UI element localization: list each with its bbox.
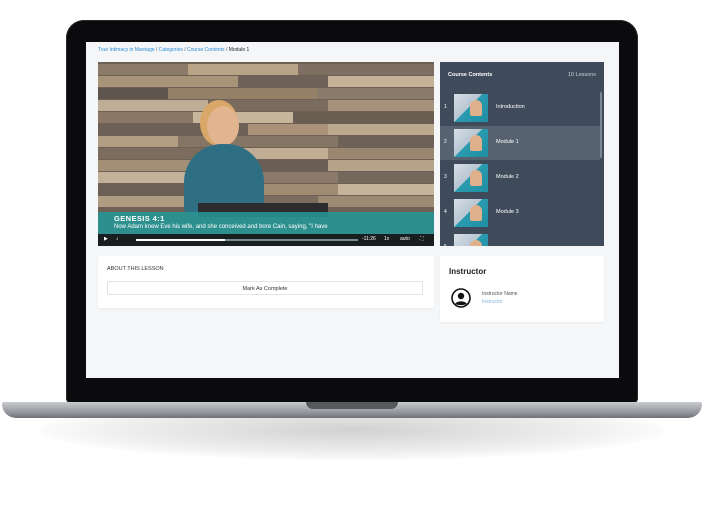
caption-text: Now Adam knew Eve his wife, and she conc…: [114, 224, 328, 230]
course-contents-header: Course Contents 10 Lessons: [440, 62, 604, 88]
laptop-screen: True Intimacy in Marriage / Categories /…: [86, 42, 619, 378]
wood-plank: [98, 172, 434, 183]
lesson-number: 4: [444, 209, 447, 215]
instructor-card: Instructor Instructor Name Instructor: [440, 256, 604, 322]
wood-plank: [98, 88, 434, 99]
speed-button[interactable]: 1x: [384, 236, 389, 242]
mark-complete-button[interactable]: Mark As Complete: [107, 281, 423, 295]
presenter-head: [207, 106, 239, 146]
caption-title: GENESIS 4:1: [114, 214, 165, 223]
breadcrumb-separator: /: [155, 47, 158, 53]
breadcrumb-current: Module 1: [228, 47, 250, 53]
wood-plank: [98, 124, 434, 135]
wood-plank: [98, 112, 434, 123]
video-player[interactable]: GENESIS 4:1 Now Adam knew Eve his wife, …: [98, 62, 434, 246]
laptop-notch: [306, 402, 398, 409]
lesson-title: Module 2: [496, 174, 519, 180]
lesson-thumbnail: [454, 129, 488, 157]
lesson-number: 3: [444, 174, 447, 180]
breadcrumb-separator: /: [225, 47, 228, 53]
lesson-item[interactable]: 1 Introduction: [440, 91, 600, 125]
instructor-name: Instructor Name: [482, 291, 518, 297]
quality-button[interactable]: auto: [400, 236, 410, 242]
breadcrumb: True Intimacy in Marriage / Categories /…: [98, 47, 249, 53]
lesson-thumbnail: [454, 164, 488, 192]
course-contents-panel: Course Contents 10 Lessons 1 Introductio…: [440, 62, 604, 246]
seek-bar[interactable]: [136, 239, 358, 241]
breadcrumb-link-course[interactable]: True Intimacy in Marriage: [98, 47, 155, 53]
instructor-role[interactable]: Instructor: [482, 299, 503, 305]
time-remaining: -11:26: [362, 236, 376, 242]
lesson-title: Module 3: [496, 209, 519, 215]
lesson-item[interactable]: 3 Module 2: [440, 161, 600, 195]
about-lesson-title: ABOUT THIS LESSON: [107, 266, 164, 272]
seek-bar-progress: [136, 239, 225, 241]
instructor-title: Instructor: [449, 267, 487, 276]
wood-plank: [98, 100, 434, 111]
avatar-icon: [451, 288, 471, 308]
lesson-thumbnail: [454, 234, 488, 246]
breadcrumb-link-categories[interactable]: Categories: [159, 47, 183, 53]
lesson-thumbnail: [454, 199, 488, 227]
breadcrumb-separator: /: [184, 47, 186, 53]
fullscreen-icon[interactable]: ⛶: [420, 236, 424, 242]
wood-plank: [98, 64, 434, 75]
lesson-item[interactable]: 4 Module 3: [440, 196, 600, 230]
lesson-number: 2: [444, 139, 447, 145]
breadcrumb-link-course-contents[interactable]: Course Contents: [187, 47, 225, 53]
sidebar-scrollbar[interactable]: [600, 92, 602, 158]
wood-plank: [98, 184, 434, 195]
about-lesson-card: ABOUT THIS LESSON Mark As Complete: [98, 256, 434, 308]
lesson-thumbnail: [454, 94, 488, 122]
course-contents-title: Course Contents: [448, 72, 493, 78]
play-icon[interactable]: ▶: [104, 236, 108, 242]
wood-plank: [98, 148, 434, 159]
lesson-number: 5: [444, 244, 447, 246]
lesson-count: 10 Lessons: [567, 72, 596, 78]
lesson-item[interactable]: 2 Module 1: [440, 126, 600, 160]
wood-plank: [98, 136, 434, 147]
lesson-title: Module 1: [496, 139, 519, 145]
lesson-item[interactable]: 5: [440, 231, 600, 246]
wood-plank: [98, 160, 434, 171]
lesson-title: Introduction: [496, 104, 525, 110]
wood-plank: [98, 76, 434, 87]
volume-icon[interactable]: ♪: [116, 236, 119, 242]
lesson-number: 1: [444, 104, 447, 110]
